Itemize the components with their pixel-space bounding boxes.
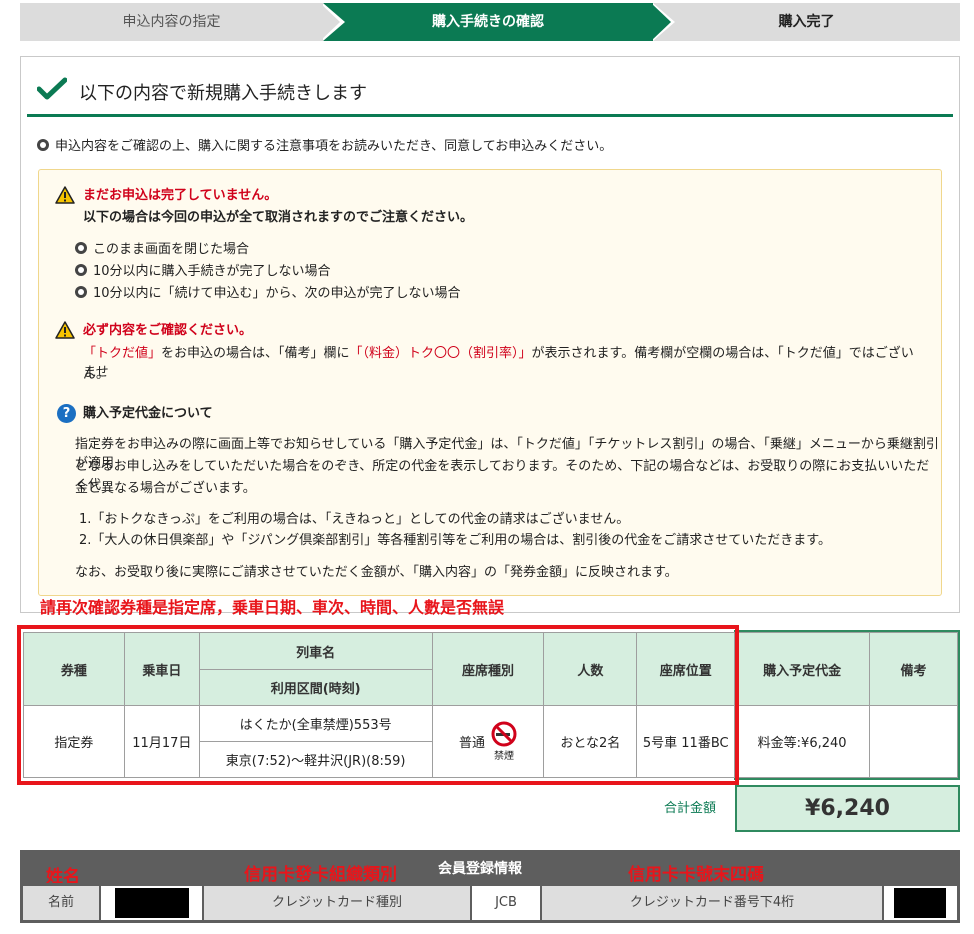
bullet-icon <box>75 286 87 298</box>
panel-header: 以下の内容で新規購入手続きします <box>27 63 953 117</box>
checkmark-icon <box>37 77 67 100</box>
warning-text-2: 「トクだ値」をお申込の場合は、「備考」欄に「（料金）トク〇〇（割引率）」が表示さ… <box>83 346 914 380</box>
warning-text-2-cont: ん。 <box>83 367 110 382</box>
warning-icon <box>55 186 75 204</box>
bullet-icon <box>75 242 87 254</box>
price-info-text: 金と異なる場合がございます。 <box>75 481 256 496</box>
card-last4-value <box>884 886 957 920</box>
price-info-title: 購入予定代金について <box>83 406 213 421</box>
warning-title-2: 必ず内容をご確認ください。 <box>83 323 253 338</box>
bullet-icon <box>75 264 87 276</box>
progress-steps: 申込内容の指定 購入手続きの確認 購入完了 <box>20 3 960 41</box>
check-annotation: 請再次確認券種是指定席，乗車日期、車次、時間、人數是否無誤 <box>40 598 505 617</box>
warning-title-1: まだお申込は完了していません。 <box>83 188 278 203</box>
step-2-current: 購入手続きの確認 <box>432 14 544 30</box>
redacted-name <box>115 888 189 918</box>
warning-item: 10分以内に「続けて申込む」から、次の申込が完了しない場合 <box>75 284 461 303</box>
step-1: 申込内容の指定 <box>122 14 221 30</box>
card-last4-label: クレジットカード番号下4桁 <box>542 886 882 920</box>
member-info-title: 会員登録情報 <box>438 861 522 877</box>
warning-item: 10分以内に購入手続きが完了しない場合 <box>75 262 331 281</box>
highlight-frame <box>17 625 739 785</box>
card-brand-annotation: 信用卡發卡組織類別 <box>244 865 397 885</box>
warning-subtitle-1: 以下の場合は今回の申込が全て取消されますのでご注意ください。 <box>83 210 474 225</box>
name-label: 名前 <box>23 886 99 920</box>
step-3: 購入完了 <box>778 14 835 30</box>
price-columns-border <box>734 630 960 780</box>
name-value <box>101 886 202 920</box>
price-info-footnote: なお、お受取り後に実際にご請求させていただく金額が、「購入内容」の「発券金額」に… <box>75 565 678 580</box>
bullet-icon <box>37 139 49 151</box>
intro-text: 申込内容をご確認の上、購入に関する注意事項をお読みいただき、同意してお申込みくだ… <box>37 135 612 154</box>
page-title: 以下の内容で新規購入手続きします <box>79 83 367 104</box>
card-type-label: クレジットカード種別 <box>204 886 470 920</box>
question-icon: ? <box>57 404 76 423</box>
warning-item: このまま画面を閉じた場合 <box>75 240 249 259</box>
total-label: 合計金額 <box>664 801 717 816</box>
card-type-value: JCB <box>472 886 540 920</box>
price-info-list-item: 2.「大人の休日倶楽部」や「ジパング倶楽部割引」等各種割引等をご利用の場合は、割… <box>79 533 831 548</box>
notice-box: まだお申込は完了していません。 以下の場合は今回の申込が全て取消されますのでご注… <box>38 169 942 596</box>
warning-icon <box>55 321 75 339</box>
card-last4-annotation: 信用卡卡號末四碼 <box>628 865 764 885</box>
redacted-card-digits <box>894 888 946 918</box>
price-info-list-item: 1.「おトクなきっぷ」をご利用の場合は、「えきねっと」としての代金の請求はござい… <box>79 512 630 527</box>
total-amount: ¥6,240 <box>735 785 960 832</box>
